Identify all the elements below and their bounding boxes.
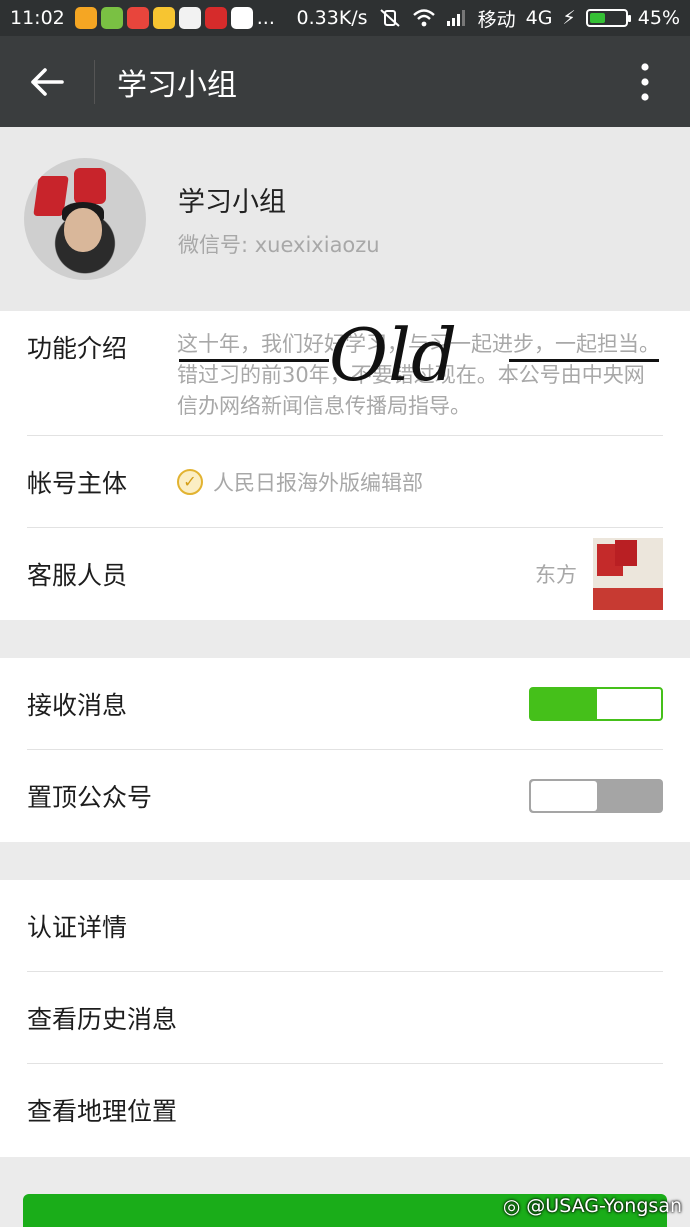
back-arrow-icon [31, 67, 64, 96]
app-bar: 学习小组 [0, 36, 690, 127]
location-row[interactable]: 查看地理位置 [27, 1064, 663, 1156]
owner-label: 帐号主体 [27, 468, 128, 498]
notification-icons: ... [74, 7, 275, 29]
more-options-button[interactable] [600, 36, 690, 127]
intro-text: 这十年，我们好好学习，与习一起进步，一起担当。错过习的前30年，不要错过现在。本… [177, 332, 660, 418]
history-messages-row[interactable]: 查看历史消息 [27, 972, 663, 1064]
pin-account-toggle[interactable] [529, 779, 663, 813]
receive-messages-label: 接收消息 [27, 690, 128, 720]
carrier-name: 移动 [477, 8, 516, 31]
app-notification-icon [74, 7, 97, 29]
intro-label: 功能介绍 [27, 334, 128, 363]
clock: 11:02 [10, 7, 65, 29]
charging-icon: ⚡ [562, 7, 576, 29]
info-section: 功能介绍 这十年，我们好好学习，与习一起进步，一起担当。错过习的前30年，不要错… [0, 311, 690, 620]
wifi-icon [412, 9, 435, 27]
settings-section: 接收消息 置顶公众号 [0, 658, 690, 842]
profile-info: 学习小组 微信号: xuexixiaozu [178, 180, 380, 259]
service-name: 东方 [535, 563, 577, 587]
back-button[interactable] [0, 36, 94, 127]
verification-details-row[interactable]: 认证详情 [27, 880, 663, 972]
more-notifications: ... [256, 7, 275, 29]
service-avatar[interactable] [593, 538, 663, 610]
receive-messages-row: 接收消息 [27, 658, 663, 750]
app-notification-icon [178, 7, 201, 29]
status-bar: 11:02 ... 0.33K/s 移动 4G ⚡ 45% [0, 0, 690, 36]
appbar-divider [94, 59, 95, 104]
battery-fill [589, 13, 605, 23]
pin-account-label: 置顶公众号 [27, 783, 153, 812]
account-name: 学习小组 [178, 186, 286, 218]
wechat-id: 微信号: xuexixiaozu [178, 232, 380, 257]
receive-messages-toggle[interactable] [529, 686, 663, 721]
vibrate-icon [379, 9, 400, 27]
intro-row: 功能介绍 这十年，我们好好学习，与习一起进步，一起担当。错过习的前30年，不要错… [27, 311, 663, 436]
weibo-icon: ◎ [502, 1194, 521, 1218]
network-type: 4G [525, 7, 553, 29]
owner-row[interactable]: 帐号主体 ✓ 人民日报海外版编辑部 [27, 436, 663, 528]
page-title: 学习小组 [117, 67, 237, 103]
verified-check-icon: ✓ [177, 468, 203, 495]
signal-icon [446, 10, 465, 26]
links-section: 认证详情 查看历史消息 查看地理位置 [0, 880, 690, 1157]
watermark-text: @USAG-Yongsan [526, 1195, 682, 1217]
app-notification-icon [152, 7, 175, 29]
app-notification-icon [126, 7, 149, 29]
play-icon [230, 7, 253, 29]
service-label: 客服人员 [27, 561, 128, 590]
location-label: 查看地理位置 [27, 1097, 178, 1126]
more-vertical-icon [641, 62, 649, 101]
watermark: ◎ @USAG-Yongsan [503, 1194, 682, 1218]
app-notification-icon [100, 7, 123, 29]
avatar[interactable] [24, 158, 146, 280]
service-row[interactable]: 客服人员 东方 [27, 528, 663, 620]
battery-icon [585, 9, 631, 27]
battery-percent: 45% [637, 7, 680, 29]
owner-value: 人民日报海外版编辑部 [213, 470, 423, 495]
profile-header: 学习小组 微信号: xuexixiaozu [0, 127, 690, 311]
verification-details-label: 认证详情 [27, 912, 128, 942]
pin-account-row: 置顶公众号 [27, 750, 663, 842]
app-notification-icon [204, 7, 227, 29]
network-speed: 0.33K/s [296, 7, 368, 29]
history-messages-label: 查看历史消息 [27, 1004, 178, 1034]
